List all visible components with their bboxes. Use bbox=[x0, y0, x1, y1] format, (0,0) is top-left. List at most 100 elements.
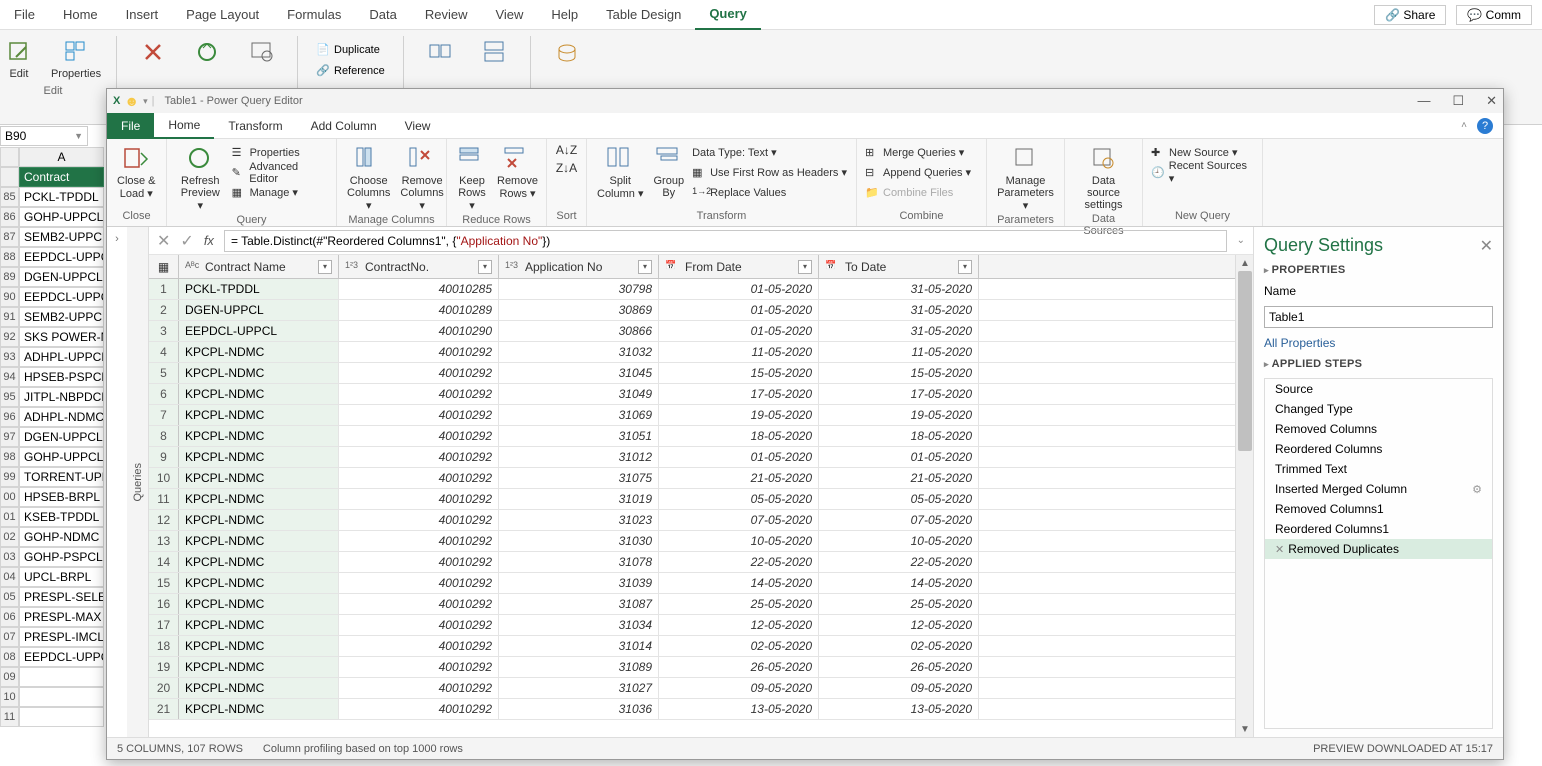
row-index[interactable]: 19 bbox=[149, 657, 179, 677]
grid-cell[interactable]: 10-05-2020 bbox=[659, 531, 819, 551]
row-index[interactable]: 13 bbox=[149, 531, 179, 551]
grid-cell[interactable]: 31045 bbox=[499, 363, 659, 383]
row-number[interactable]: 89 bbox=[0, 267, 19, 287]
grid-cell[interactable]: 21-05-2020 bbox=[819, 468, 979, 488]
grid-cell[interactable]: KPCPL-NDMC bbox=[179, 342, 339, 362]
grid-cell[interactable]: 25-05-2020 bbox=[819, 594, 979, 614]
grid-cell[interactable]: 01-05-2020 bbox=[659, 447, 819, 467]
grid-cell[interactable]: 15-05-2020 bbox=[819, 363, 979, 383]
grid-cell[interactable]: KPCPL-NDMC bbox=[179, 699, 339, 719]
cell[interactable]: PRESPL-MAX bbox=[19, 607, 104, 627]
cell[interactable]: UPCL-BRPL bbox=[19, 567, 104, 587]
grid-cell[interactable]: 40010292 bbox=[339, 657, 499, 677]
grid-cell[interactable]: 31069 bbox=[499, 405, 659, 425]
grid-cell[interactable]: KPCPL-NDMC bbox=[179, 510, 339, 530]
grid-cell[interactable]: EEPDCL-UPPCL bbox=[179, 321, 339, 341]
column-header-application-no[interactable]: 1²3Application No▾ bbox=[499, 255, 659, 278]
grid-cell[interactable]: 40010292 bbox=[339, 405, 499, 425]
grid-corner[interactable]: ▦ bbox=[149, 255, 179, 278]
cancel-formula-icon[interactable]: ✕ bbox=[157, 231, 170, 251]
grid-cell[interactable]: 30866 bbox=[499, 321, 659, 341]
grid-cell[interactable]: 18-05-2020 bbox=[819, 426, 979, 446]
cell[interactable] bbox=[19, 707, 104, 727]
query-name-input[interactable] bbox=[1264, 306, 1493, 328]
grid-cell[interactable]: 19-05-2020 bbox=[819, 405, 979, 425]
grid-row[interactable]: 19KPCPL-NDMC400102923108926-05-202026-05… bbox=[149, 657, 1235, 678]
grid-row[interactable]: 21KPCPL-NDMC400102923103613-05-202013-05… bbox=[149, 699, 1235, 720]
grid-row[interactable]: 6KPCPL-NDMC400102923104917-05-202017-05-… bbox=[149, 384, 1235, 405]
row-number[interactable]: 95 bbox=[0, 387, 19, 407]
row-index[interactable]: 1 bbox=[149, 279, 179, 299]
cell[interactable] bbox=[19, 667, 104, 687]
grid-cell[interactable]: 15-05-2020 bbox=[659, 363, 819, 383]
row-number[interactable]: 88 bbox=[0, 247, 19, 267]
row-index[interactable]: 17 bbox=[149, 615, 179, 635]
share-button[interactable]: 🔗 Share bbox=[1374, 5, 1446, 25]
excel-tab-review[interactable]: Review bbox=[411, 0, 482, 30]
row-index[interactable]: 18 bbox=[149, 636, 179, 656]
column-header-contractno-[interactable]: 1²3ContractNo.▾ bbox=[339, 255, 499, 278]
cell[interactable]: PCKL-TPDDL bbox=[19, 187, 104, 207]
excel-tab-help[interactable]: Help bbox=[537, 0, 592, 30]
cell[interactable]: ADHPL-UPPCL bbox=[19, 347, 104, 367]
refresh-button[interactable] bbox=[189, 36, 225, 68]
row-index[interactable]: 9 bbox=[149, 447, 179, 467]
grid-row[interactable]: 8KPCPL-NDMC400102923105118-05-202018-05-… bbox=[149, 426, 1235, 447]
qat-dropdown-icon[interactable]: ▾ bbox=[143, 96, 148, 107]
grid-cell[interactable]: 09-05-2020 bbox=[819, 678, 979, 698]
delete-button[interactable] bbox=[135, 36, 171, 68]
excel-tab-insert[interactable]: Insert bbox=[112, 0, 173, 30]
grid-cell[interactable]: 26-05-2020 bbox=[659, 657, 819, 677]
grid-cell[interactable]: KPCPL-NDMC bbox=[179, 615, 339, 635]
col-header-A[interactable]: A bbox=[19, 147, 104, 167]
grid-cell[interactable]: 19-05-2020 bbox=[659, 405, 819, 425]
grid-cell[interactable]: 12-05-2020 bbox=[819, 615, 979, 635]
grid-cell[interactable]: 22-05-2020 bbox=[659, 552, 819, 572]
grid-cell[interactable]: 31-05-2020 bbox=[819, 279, 979, 299]
column-filter-dropdown[interactable]: ▾ bbox=[638, 260, 652, 274]
manage-button[interactable]: ▦Manage ▾ bbox=[232, 183, 328, 202]
collapse-ribbon-icon[interactable]: ˄ bbox=[1461, 120, 1467, 131]
grid-cell[interactable]: 30798 bbox=[499, 279, 659, 299]
properties-button[interactable]: Properties bbox=[47, 36, 105, 82]
grid-cell[interactable]: 07-05-2020 bbox=[819, 510, 979, 530]
grid-cell[interactable]: 40010292 bbox=[339, 510, 499, 530]
row-number[interactable]: 03 bbox=[0, 547, 19, 567]
maximize-button[interactable]: ☐ bbox=[1452, 93, 1464, 109]
grid-cell[interactable]: KPCPL-NDMC bbox=[179, 384, 339, 404]
grid-cell[interactable]: KPCPL-NDMC bbox=[179, 552, 339, 572]
keep-rows-button[interactable]: Keep Rows ▾ bbox=[455, 143, 489, 214]
data-type-button[interactable]: Data Type: Text ▾ bbox=[692, 143, 847, 162]
cell[interactable]: EEPDCL-UPPCL bbox=[19, 647, 104, 667]
grid-cell[interactable]: 31014 bbox=[499, 636, 659, 656]
grid-cell[interactable]: 17-05-2020 bbox=[659, 384, 819, 404]
advanced-editor-button[interactable]: ✎Advanced Editor bbox=[232, 163, 328, 182]
grid-cell[interactable]: 40010292 bbox=[339, 531, 499, 551]
column-filter-dropdown[interactable]: ▾ bbox=[798, 260, 812, 274]
row-index[interactable]: 7 bbox=[149, 405, 179, 425]
help-icon[interactable]: ? bbox=[1477, 118, 1493, 134]
grid-cell[interactable]: 31036 bbox=[499, 699, 659, 719]
cell[interactable]: GOHP-UPPCL bbox=[19, 207, 104, 227]
column-header-contract-name[interactable]: AᴮᴄContract Name▾ bbox=[179, 255, 339, 278]
row-number[interactable]: 10 bbox=[0, 687, 19, 707]
pq-tab-home[interactable]: Home bbox=[154, 113, 214, 139]
sort-asc-icon[interactable]: A↓Z bbox=[556, 143, 577, 157]
grid-cell[interactable]: 30869 bbox=[499, 300, 659, 320]
pq-titlebar[interactable]: X ☻ ▾ | Table1 - Power Query Editor — ☐ … bbox=[107, 89, 1503, 113]
grid-cell[interactable]: 40010292 bbox=[339, 678, 499, 698]
row-header[interactable] bbox=[0, 167, 19, 187]
close-button[interactable]: ✕ bbox=[1486, 93, 1497, 109]
grid-cell[interactable]: 13-05-2020 bbox=[659, 699, 819, 719]
delete-step-icon[interactable]: ✕ bbox=[1275, 544, 1284, 556]
row-index[interactable]: 8 bbox=[149, 426, 179, 446]
cell[interactable]: DGEN-UPPCL bbox=[19, 267, 104, 287]
applied-step-trimmed-text[interactable]: Trimmed Text bbox=[1265, 459, 1492, 479]
grid-cell[interactable]: 40010292 bbox=[339, 615, 499, 635]
grid-row[interactable]: 11KPCPL-NDMC400102923101905-05-202005-05… bbox=[149, 489, 1235, 510]
grid-row[interactable]: 18KPCPL-NDMC400102923101402-05-202002-05… bbox=[149, 636, 1235, 657]
grid-cell[interactable]: 02-05-2020 bbox=[659, 636, 819, 656]
grid-cell[interactable]: 12-05-2020 bbox=[659, 615, 819, 635]
commit-formula-icon[interactable]: ✓ bbox=[180, 231, 193, 251]
cell[interactable]: PRESPL-IMCL bbox=[19, 627, 104, 647]
